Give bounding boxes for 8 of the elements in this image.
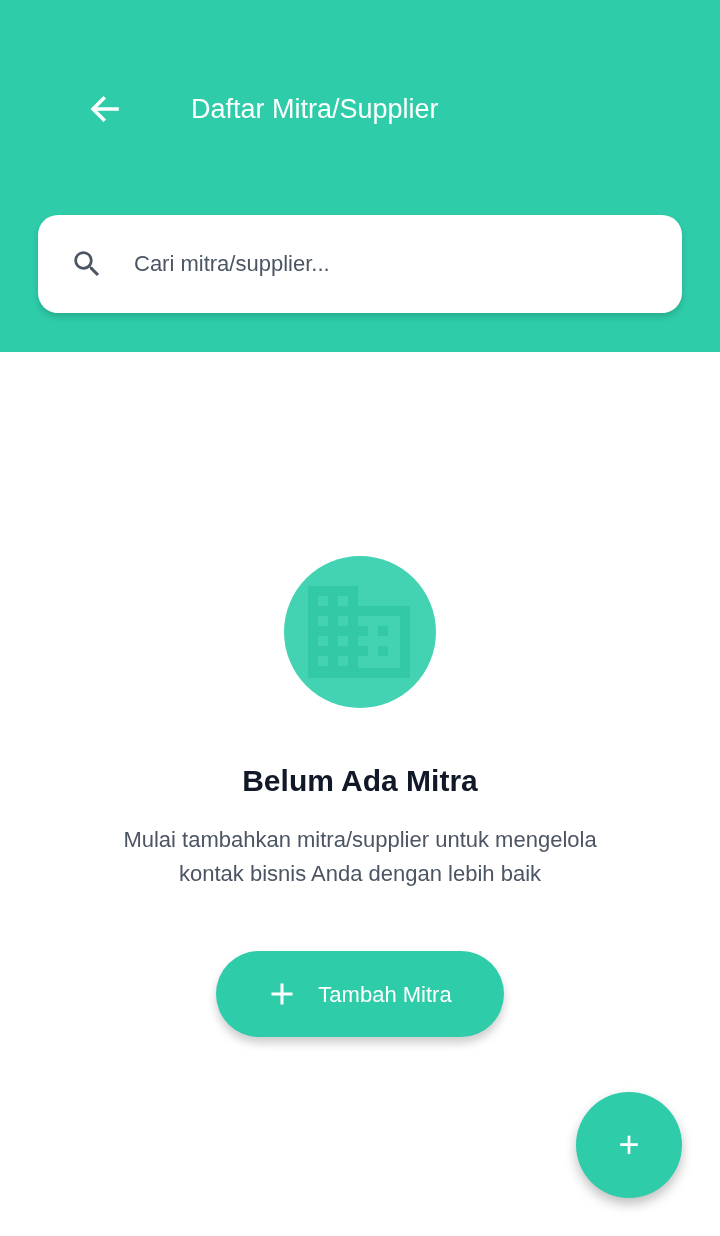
search-input[interactable]: Cari mitra/supplier... — [134, 234, 650, 294]
add-partner-button[interactable]: Tambah Mitra — [216, 951, 504, 1037]
search-field[interactable]: Cari mitra/supplier... — [38, 215, 682, 313]
floating-action-button[interactable]: + — [576, 1092, 682, 1198]
page-title: Daftar Mitra/Supplier — [191, 92, 439, 126]
empty-state-title: Belum Ada Mitra — [242, 763, 478, 799]
empty-state-message: Mulai tambahkan mitra/supplier untuk mengelola kontak bisnis Anda dengan lebih baik — [122, 826, 598, 888]
building-icon — [284, 556, 436, 708]
